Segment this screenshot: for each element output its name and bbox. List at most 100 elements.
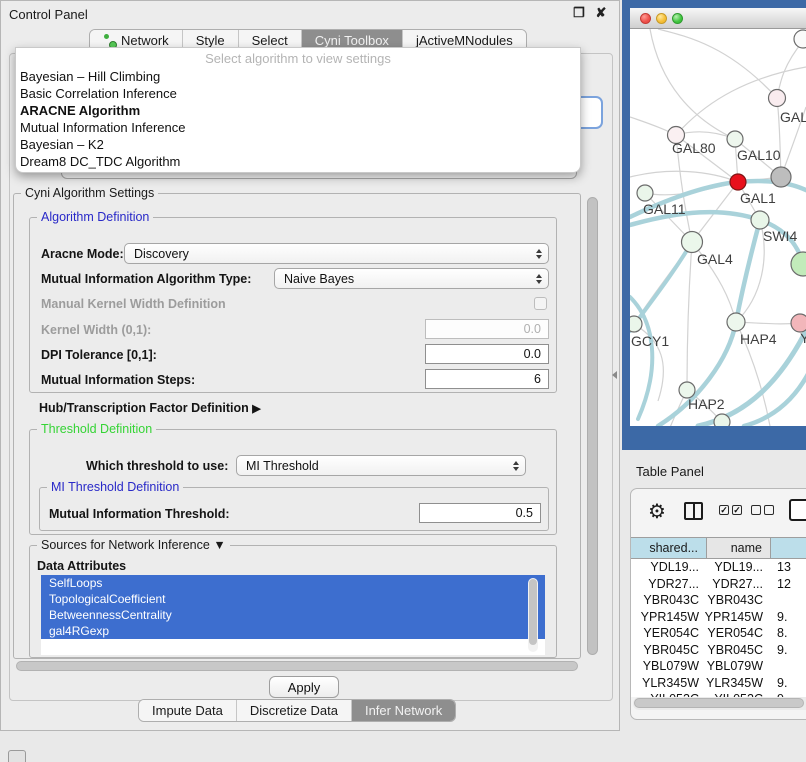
table-row[interactable]: YLR345W YLR345W 9. [631,675,806,692]
minimized-panel-icon[interactable] [8,750,26,762]
which-threshold-combobox[interactable]: MI Threshold [236,455,526,476]
mi-type-combobox[interactable]: Naive Bayes [274,268,549,289]
table-row[interactable]: YPR145W YPR145W 9. [631,609,806,626]
column-header-name[interactable]: name [707,538,771,558]
cell-value: 9. [771,675,806,692]
node-gal4[interactable] [682,232,703,253]
cell-name: YBR045C [707,642,771,659]
node-gal10[interactable] [727,131,743,147]
cell-shared-name: YLR345W [631,675,707,692]
algorithm-option[interactable]: Mutual Information Inference [16,119,580,136]
cell-shared-name: YBL079W [631,658,707,675]
attribute-item-selected[interactable]: gal4RGexp [41,623,545,639]
panel-splitter-handle[interactable] [612,371,617,379]
mi-threshold-field[interactable]: 0.5 [419,503,541,523]
table-horizontal-scrollbar[interactable] [633,697,806,710]
tab-impute-data[interactable]: Impute Data [139,700,237,721]
node-green-right[interactable] [791,252,806,276]
checked-box-icon: ✓ [719,505,729,515]
node-hap4[interactable] [727,313,745,331]
document-icon-partial[interactable] [789,499,806,521]
mi-steps-field[interactable]: 6 [425,369,549,389]
sources-title-text: Sources for Network Inference [41,538,210,552]
attribute-item-selected[interactable]: BetweennessCentrality [41,607,545,623]
node-table: shared... name YDL19... YDL19... 13 YDR2… [631,537,806,697]
algorithm-dropdown-popup: Select algorithm to view settings Bayesi… [15,47,581,173]
node-gal1-selected[interactable] [730,174,746,190]
node-unlabeled-top[interactable] [794,30,806,48]
node-swi4[interactable] [751,211,769,229]
node-label: HAP4 [740,331,777,347]
tab-jactivemnodules-label: jActiveMNodules [416,33,513,48]
node-label: GAL80 [672,140,716,156]
zoom-traffic-light-icon[interactable] [672,13,683,24]
table-row[interactable]: YBR045C YBR045C 9. [631,642,806,659]
attributes-list-scrollbar[interactable] [528,578,538,652]
control-panel-titlebar: Control Panel ❐ ✘ [1,1,619,27]
algorithm-option[interactable]: Dream8 DC_TDC Algorithm [16,153,580,170]
algorithm-option[interactable]: Bayesian – K2 [16,136,580,153]
screenshot-root: { "window": { "title": "Control Panel", … [0,0,806,762]
close-traffic-light-icon[interactable] [640,13,651,24]
cell-name: YBR043C [707,592,771,609]
attribute-item-selected[interactable]: SelfLoops [41,575,545,591]
network-canvas[interactable]: GAL GAL80 GAL10 GAL1 GAL11 SWI4 GAL4 GCY… [630,29,806,426]
deselect-all-checkboxes-icon[interactable] [751,505,774,515]
control-panel-window: Control Panel ❐ ✘ Network Style Select C… [0,0,620,731]
float-window-icon[interactable]: ❐ [571,5,587,21]
cell-shared-name: YDL19... [631,559,707,576]
cell-name: YLR345W [707,675,771,692]
node-unlabeled-bottom[interactable] [714,414,730,426]
node-gal-partial[interactable] [769,90,786,107]
table-header-row: shared... name [631,537,806,559]
cell-shared-name: YBR043C [631,592,707,609]
tab-style-label: Style [196,33,225,48]
tab-discretize-data[interactable]: Discretize Data [237,700,352,721]
minimize-traffic-light-icon[interactable] [656,13,667,24]
sources-group-title[interactable]: Sources for Network Inference ▼ [37,538,230,552]
bottom-tabs: Impute Data Discretize Data Infer Networ… [138,699,456,722]
manual-kernel-label: Manual Kernel Width Definition [41,297,226,311]
tab-impute-data-label: Impute Data [152,703,223,718]
dpi-tolerance-field[interactable]: 0.0 [425,344,549,364]
algorithm-popup-placeholder: Select algorithm to view settings [16,50,580,68]
settings-horizontal-scrollbar[interactable] [15,660,581,673]
cell-name: YER054C [707,625,771,642]
control-panel-title: Control Panel [9,7,88,22]
settings-vertical-scrollbar[interactable] [585,195,600,659]
cell-name: YDL19... [707,559,771,576]
node-label: GAL10 [737,147,781,163]
table-row[interactable]: YER054C YER054C 8. [631,625,806,642]
select-all-checkboxes-icon[interactable]: ✓ ✓ [719,505,742,515]
algorithm-option[interactable]: Basic Correlation Inference [16,85,580,102]
cell-value [771,658,806,675]
gear-icon[interactable]: ⚙ [648,499,666,524]
network-graph: GAL GAL80 GAL10 GAL1 GAL11 SWI4 GAL4 GCY… [630,29,806,426]
kernel-width-field[interactable]: 0.0 [425,319,549,339]
node-gcy1[interactable] [630,316,642,332]
hub-tf-disclosure[interactable]: Hub/Transcription Factor Definition ▶ [39,401,261,415]
manual-kernel-checkbox[interactable] [534,297,547,310]
cell-value: 9. [771,642,806,659]
column-layout-icon[interactable] [684,502,703,520]
table-row[interactable]: YDL19... YDL19... 13 [631,559,806,576]
tab-infer-network[interactable]: Infer Network [352,700,455,721]
node-gray[interactable] [771,167,791,187]
node-gal11[interactable] [637,185,653,201]
column-header-shared-name[interactable]: shared... [631,538,707,558]
close-window-icon[interactable]: ✘ [593,5,609,21]
node-label: GAL4 [697,251,733,267]
hub-tf-label: Hub/Transcription Factor Definition [39,401,249,415]
table-row[interactable]: YBL079W YBL079W [631,658,806,675]
cell-shared-name: YBR045C [631,642,707,659]
table-row[interactable]: YDR27... YDR27... 12 [631,576,806,593]
aracne-mode-combobox[interactable]: Discovery [124,243,549,264]
attribute-item-selected[interactable]: TopologicalCoefficient [41,591,545,607]
algorithm-option[interactable]: Bayesian – Hill Climbing [16,68,580,85]
table-row[interactable]: YBR043C YBR043C [631,592,806,609]
apply-button[interactable]: Apply [269,676,339,698]
algorithm-option-selected[interactable]: ARACNE Algorithm [16,102,580,119]
threshold-definition-title: Threshold Definition [37,422,156,436]
column-header-partial[interactable] [771,538,806,558]
cell-name: YPR145W [707,609,771,626]
